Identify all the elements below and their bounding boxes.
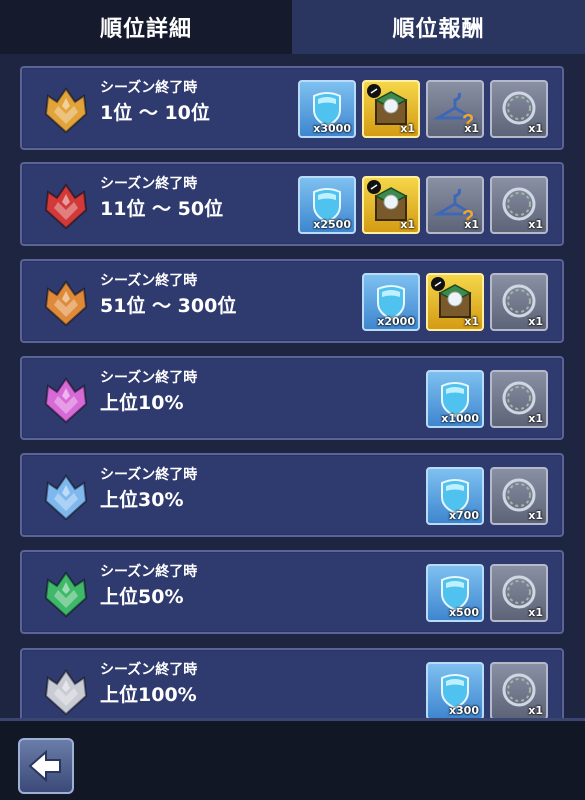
- item-quantity: x500: [448, 606, 479, 619]
- back-arrow-icon: [28, 749, 61, 783]
- pink-crest-icon: [40, 374, 92, 426]
- tab-rank-reward[interactable]: 順位報酬: [292, 0, 585, 54]
- season-end-label: シーズン終了時: [100, 176, 198, 192]
- reward-row: シーズン終了時 1位 ～ 10位 x3000 x1? x1 x1: [20, 66, 564, 150]
- back-button[interactable]: [18, 738, 74, 794]
- reward-item[interactable]: x1: [426, 273, 484, 331]
- reward-row: シーズン終了時上位10% x1000 x1: [20, 356, 564, 440]
- reward-item[interactable]: x1: [490, 80, 548, 138]
- reward-item[interactable]: x700: [426, 467, 484, 525]
- season-end-label: シーズン終了時: [100, 80, 198, 96]
- rank-range-label: 上位50%: [100, 586, 184, 608]
- reward-item[interactable]: x1000: [426, 370, 484, 428]
- orange-crest-icon: [40, 277, 92, 329]
- reward-row: シーズン終了時上位100% x300 x1: [20, 648, 564, 718]
- rank-range-label: 上位100%: [100, 684, 197, 706]
- item-quantity: x1: [464, 315, 479, 328]
- reward-item[interactable]: x500: [426, 564, 484, 622]
- green-crest-icon: [40, 568, 92, 620]
- reward-item[interactable]: x1: [490, 370, 548, 428]
- reward-items: x2500 x1? x1 x1: [298, 176, 548, 234]
- gold-crest-icon: [40, 84, 92, 136]
- reward-item[interactable]: x2500: [298, 176, 356, 234]
- reward-items: x3000 x1? x1 x1: [298, 80, 548, 138]
- rank-range-label: 上位10%: [100, 392, 184, 414]
- red-crest-icon: [40, 180, 92, 232]
- reward-row: シーズン終了時 11位 ～ 50位 x2500 x1? x1 x1: [20, 162, 564, 246]
- item-quantity: x1: [528, 412, 543, 425]
- season-end-label: シーズン終了時: [100, 564, 198, 580]
- item-quantity: x1: [528, 704, 543, 717]
- rank-range-label: 11位 ～ 50位: [100, 198, 224, 220]
- item-quantity: x2500: [313, 218, 351, 231]
- footer-bar: [0, 718, 585, 800]
- item-quantity: x2000: [377, 315, 415, 328]
- tab-rank-detail[interactable]: 順位詳細: [0, 0, 292, 54]
- reward-items: x300 x1: [426, 662, 548, 718]
- reward-item[interactable]: x1: [490, 662, 548, 718]
- rank-text: シーズン終了時上位50%: [100, 562, 197, 610]
- item-quantity: x1: [400, 218, 415, 231]
- rank-text: シーズン終了時 11位 ～ 50位: [100, 174, 223, 222]
- silver-crest-icon: [40, 666, 92, 718]
- season-end-label: シーズン終了時: [100, 662, 198, 678]
- item-quantity: x1: [464, 122, 479, 135]
- season-end-label: シーズン終了時: [100, 467, 198, 483]
- reward-items: x1000 x1: [426, 370, 548, 428]
- item-quantity: x300: [448, 704, 479, 717]
- reward-item[interactable]: x1: [362, 80, 420, 138]
- reward-row: シーズン終了時上位30% x700 x1: [20, 453, 564, 537]
- rank-text: シーズン終了時上位100%: [100, 660, 197, 708]
- reward-item[interactable]: x1: [490, 273, 548, 331]
- season-end-label: シーズン終了時: [100, 273, 198, 289]
- rank-range-label: 1位 ～ 10位: [100, 102, 210, 124]
- item-quantity: x700: [448, 509, 479, 522]
- rank-range-label: 51位 ～ 300位: [100, 295, 237, 317]
- reward-item[interactable]: ? x1: [426, 176, 484, 234]
- reward-items: x2000 x1 x1: [362, 273, 548, 331]
- rank-text: シーズン終了時 1位 ～ 10位: [100, 78, 210, 126]
- rank-text: シーズン終了時 51位 ～ 300位: [100, 271, 236, 319]
- item-quantity: x1000: [441, 412, 479, 425]
- lightblue-crest-icon: [40, 471, 92, 523]
- item-quantity: x1: [528, 122, 543, 135]
- item-quantity: x1: [528, 218, 543, 231]
- rank-text: シーズン終了時上位10%: [100, 368, 197, 416]
- reward-item[interactable]: x2000: [362, 273, 420, 331]
- reward-items: x500 x1: [426, 564, 548, 622]
- reward-row: シーズン終了時 51位 ～ 300位 x2000 x1 x1: [20, 259, 564, 343]
- reward-item[interactable]: x1: [490, 564, 548, 622]
- reward-item[interactable]: x1: [490, 467, 548, 525]
- tab-bar: 順位詳細 順位報酬: [0, 0, 585, 54]
- item-quantity: x3000: [313, 122, 351, 135]
- item-quantity: x1: [528, 315, 543, 328]
- reward-items: x700 x1: [426, 467, 548, 525]
- item-quantity: x1: [400, 122, 415, 135]
- rank-text: シーズン終了時上位30%: [100, 465, 197, 513]
- item-quantity: x1: [464, 218, 479, 231]
- rank-range-label: 上位30%: [100, 489, 184, 511]
- reward-row: シーズン終了時上位50% x500 x1: [20, 550, 564, 634]
- reward-item[interactable]: ? x1: [426, 80, 484, 138]
- reward-item[interactable]: x300: [426, 662, 484, 718]
- reward-item[interactable]: x3000: [298, 80, 356, 138]
- reward-item[interactable]: x1: [490, 176, 548, 234]
- season-end-label: シーズン終了時: [100, 370, 198, 386]
- reward-item[interactable]: x1: [362, 176, 420, 234]
- item-quantity: x1: [528, 509, 543, 522]
- item-quantity: x1: [528, 606, 543, 619]
- reward-list[interactable]: シーズン終了時 1位 ～ 10位 x3000 x1? x1 x1 シーズン終了時 11位 ～ …: [0, 54, 585, 718]
